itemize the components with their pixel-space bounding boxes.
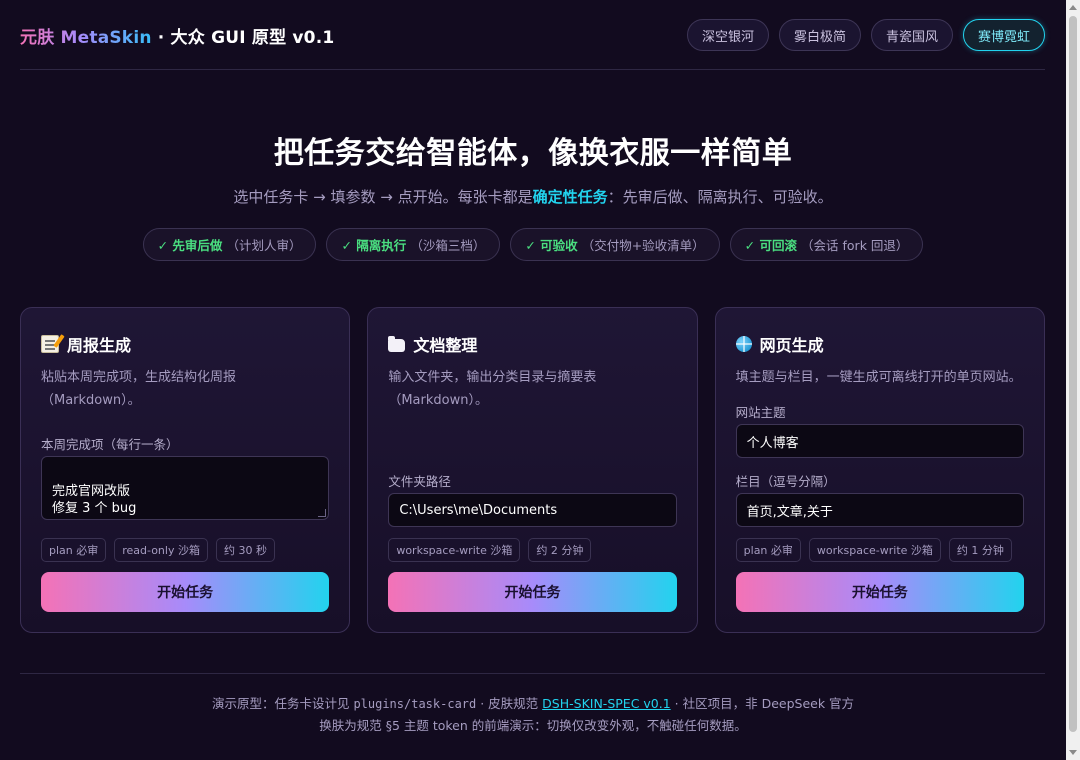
completed-items-textarea[interactable]: 完成官网改版 修复 3 个 bug — [41, 456, 330, 520]
footer-divider — [20, 673, 1045, 674]
task-card-weekly-report: 周报生成 粘贴本周完成项，生成结构化周报（Markdown）。 本周完成项（每行… — [20, 307, 351, 633]
tag: 约 2 分钟 — [528, 538, 592, 562]
spec-link[interactable]: DSH-SKIN-SPEC v0.1 — [542, 696, 671, 711]
tag: plan 必审 — [735, 538, 801, 562]
app-title: 元肤 MetaSkin · 大众 GUI 原型 v0.1 — [20, 23, 334, 48]
brand-name: 元肤 MetaSkin — [20, 27, 152, 48]
card-description: 粘贴本周完成项，生成结构化周报（Markdown）。 — [41, 370, 237, 408]
skin-button-cyber-neon[interactable]: 赛博霓虹 — [962, 19, 1045, 51]
tag: workspace-write 沙箱 — [808, 538, 941, 562]
feature-note: （沙箱三档） — [410, 238, 486, 253]
skin-button-deep-space[interactable]: 深空银河 — [686, 19, 769, 51]
field-label: 文件夹路径 — [388, 474, 451, 489]
card-description: 填主题与栏目，一键生成可离线打开的单页网站。 — [735, 370, 1022, 385]
hero-subtitle-highlight: 确定性任务 — [532, 188, 608, 206]
tag: 约 30 秒 — [215, 538, 275, 562]
feature-note: （交付物+验收清单） — [581, 238, 705, 253]
feature-pill: ✓ 可回滚 （会话 fork 回退） — [729, 228, 924, 261]
field-label: 网站主题 — [735, 405, 786, 420]
scroll-down-arrow-icon[interactable] — [1069, 750, 1077, 755]
hero-title: 把任务交给智能体，像换衣服一样简单 — [273, 136, 793, 171]
footer-text: · 社区项目，非 DeepSeek 官方 — [670, 696, 855, 711]
tag: plan 必审 — [41, 538, 107, 562]
card-title-text: 文档整理 — [413, 336, 478, 355]
globe-icon — [735, 336, 752, 352]
feature-pills: ✓ 先审后做 （计划人审） ✓ 隔离执行 （沙箱三档） ✓ 可验收 （交付物+验收清单… — [0, 228, 1066, 261]
feature-pill: ✓ 可验收 （交付物+验收清单） — [510, 228, 720, 261]
footer: 演示原型：任务卡设计见 plugins/task-card · 皮肤规范 DSH… — [0, 693, 1066, 736]
skin-switcher: 深空银河 雾白极简 青瓷国风 赛博霓虹 — [686, 19, 1045, 51]
header-divider — [20, 69, 1045, 70]
card-description: 输入文件夹，输出分类目录与摘要表（Markdown）。 — [388, 370, 597, 408]
tag: workspace-write 沙箱 — [388, 538, 521, 562]
field-label: 栏目（逗号分隔） — [735, 474, 836, 489]
hero-subtitle-before: 选中任务卡 → 填参数 → 点开始。每张卡都是 — [233, 188, 533, 206]
start-task-button[interactable]: 开始任务 — [41, 572, 330, 612]
check-icon: ✓ 隔离执行 — [341, 238, 407, 253]
feature-note: （会话 fork 回退） — [801, 238, 909, 253]
check-icon: ✓ 可验收 — [525, 238, 578, 253]
folder-path-input[interactable]: C:\Users\me\Documents — [388, 493, 677, 527]
field-label: 本周完成项（每行一条） — [41, 437, 179, 452]
feature-pill: ✓ 隔离执行 （沙箱三档） — [326, 228, 501, 261]
task-cards: 周报生成 粘贴本周完成项，生成结构化周报（Markdown）。 本周完成项（每行… — [20, 307, 1045, 633]
feature-pill: ✓ 先审后做 （计划人审） — [142, 228, 317, 261]
textarea-value: 完成官网改版 修复 3 个 bug — [52, 484, 137, 516]
card-title: 文档整理 — [388, 332, 477, 356]
site-theme-input[interactable]: 个人博客 — [735, 424, 1024, 458]
footer-text: 演示原型：任务卡设计见 — [211, 696, 354, 711]
footer-line-2: 换肤为规范 §5 主题 token 的前端演示：切换仅改变外观，不触碰任何数据。 — [319, 718, 747, 733]
tag: read-only 沙箱 — [114, 538, 208, 562]
top-bar: 元肤 MetaSkin · 大众 GUI 原型 v0.1 深空银河 雾白极简 青… — [20, 18, 1045, 52]
skin-button-celadon[interactable]: 青瓷国风 — [870, 19, 953, 51]
card-title: 网页生成 — [735, 332, 824, 356]
resize-grip-icon[interactable] — [318, 509, 327, 517]
card-tags: workspace-write 沙箱 约 2 分钟 — [388, 538, 592, 562]
page: 元肤 MetaSkin · 大众 GUI 原型 v0.1 深空银河 雾白极简 青… — [0, 0, 1066, 760]
folder-icon — [388, 335, 406, 352]
memo-icon — [41, 335, 59, 353]
check-icon: ✓ 可回滚 — [744, 238, 798, 253]
card-title: 周报生成 — [41, 332, 131, 356]
tag: 约 1 分钟 — [948, 538, 1012, 562]
task-card-doc-organize: 文档整理 输入文件夹，输出分类目录与摘要表（Markdown）。 文件夹路径 C… — [367, 307, 698, 633]
brand-subtitle: · 大众 GUI 原型 v0.1 — [151, 27, 335, 48]
card-tags: plan 必审 workspace-write 沙箱 约 1 分钟 — [735, 538, 1012, 562]
hero-subtitle: 选中任务卡 → 填参数 → 点开始。每张卡都是确定性任务：先审后做、隔离执行、可… — [0, 186, 1066, 207]
start-task-button[interactable]: 开始任务 — [388, 572, 677, 612]
feature-note: （计划人审） — [226, 238, 302, 253]
task-card-web-generate: 网页生成 填主题与栏目，一键生成可离线打开的单页网站。 网站主题 个人博客 栏目… — [714, 307, 1045, 633]
start-task-button[interactable]: 开始任务 — [735, 572, 1024, 612]
skin-button-mist-white[interactable]: 雾白极简 — [778, 19, 861, 51]
scroll-thumb[interactable] — [1069, 16, 1077, 732]
check-icon: ✓ 先审后做 — [157, 238, 223, 253]
footer-line-1: 演示原型：任务卡设计见 plugins/task-card · 皮肤规范 DSH… — [0, 693, 1066, 715]
vertical-scrollbar[interactable] — [1066, 0, 1080, 760]
card-title-text: 周报生成 — [67, 336, 132, 355]
card-tags: plan 必审 read-only 沙箱 约 30 秒 — [41, 538, 275, 562]
card-title-text: 网页生成 — [759, 336, 824, 355]
footer-code: plugins/task-card — [353, 697, 477, 711]
footer-text: · 皮肤规范 — [476, 696, 543, 711]
scroll-up-arrow-icon[interactable] — [1069, 5, 1077, 10]
hero-subtitle-after: ：先审后做、隔离执行、可验收。 — [607, 188, 833, 206]
sections-input[interactable]: 首页,文章,关于 — [735, 493, 1024, 527]
